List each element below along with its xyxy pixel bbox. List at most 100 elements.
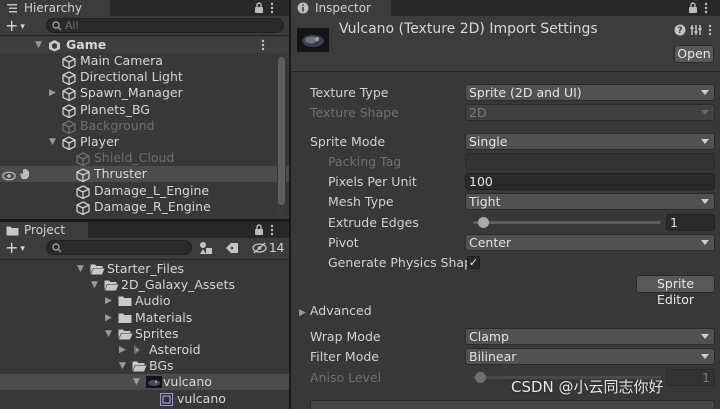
mesh-type-dropdown[interactable]: Tight xyxy=(465,193,715,210)
hierarchy-row[interactable]: Thruster xyxy=(0,166,289,183)
project-tree-row[interactable]: vulcano xyxy=(0,391,289,407)
hierarchy-row[interactable]: Planets_BG xyxy=(0,102,289,118)
hierarchy-row-label: Background xyxy=(80,117,155,133)
pivot-dropdown[interactable]: Center xyxy=(465,234,715,251)
project-tree-label: BGs xyxy=(149,358,174,374)
extrude-edges-slider-knob[interactable] xyxy=(478,217,490,228)
presets-icon[interactable] xyxy=(690,24,702,39)
fold-expanded-icon[interactable]: ▼ xyxy=(91,277,98,293)
fold-collapsed-icon[interactable]: ▶ xyxy=(105,310,112,326)
hidden-packages-icon[interactable] xyxy=(252,242,267,257)
project-tree-label: vulcano xyxy=(177,390,226,406)
tab-project-label: Project xyxy=(24,223,66,237)
tab-hierarchy-label: Hierarchy xyxy=(24,1,83,15)
extrude-edges-field[interactable]: 1 xyxy=(666,214,715,231)
texture-type-dropdown[interactable]: Sprite (2D and UI) xyxy=(465,84,715,101)
hierarchy-scroll-thumb[interactable] xyxy=(278,57,285,205)
hierarchy-row[interactable]: Shield_Cloud xyxy=(0,150,289,167)
hierarchy-row[interactable]: Damage_R_Engine xyxy=(0,199,289,216)
hierarchy-scrollbar[interactable] xyxy=(277,55,286,219)
project-tree-row[interactable]: ▶ Asteroid xyxy=(0,342,289,358)
project-search-input[interactable] xyxy=(46,240,192,255)
open-button[interactable]: Open xyxy=(674,45,714,63)
hierarchy-panel: Hierarchy + ▾ All ▼ Game Main Camera Dir… xyxy=(0,0,289,219)
scene-row[interactable]: ▼ Game xyxy=(0,37,289,53)
project-tree-label: vulcano xyxy=(163,374,212,390)
inspector-tab-menu[interactable] xyxy=(684,0,714,16)
hierarchy-search-input[interactable]: All xyxy=(46,18,284,33)
filter-mode-label: Filter Mode xyxy=(310,349,379,364)
hierarchy-row[interactable]: Damage_L_Engine xyxy=(0,183,289,199)
dropdown-arrow-icon xyxy=(701,334,709,339)
advanced-label: Advanced xyxy=(309,303,372,318)
dropdown-arrow-icon xyxy=(701,139,709,144)
project-tree-row[interactable]: ▼ BGs xyxy=(0,358,289,374)
fold-collapsed-icon: ▶ xyxy=(299,308,306,318)
tab-inspector-label: Inspector xyxy=(315,1,371,15)
project-tree-row[interactable]: ▶ Audio xyxy=(0,293,289,309)
texture-shape-dropdown: 2D xyxy=(465,104,715,121)
project-tree-label: Starter_Files xyxy=(107,261,185,276)
sprite-editor-button[interactable]: Sprite Editor xyxy=(636,275,715,307)
hierarchy-row-label: Damage_L_Engine xyxy=(94,182,210,198)
project-tabbar: Project xyxy=(0,222,289,238)
advanced-foldout[interactable]: ▶ Advanced xyxy=(299,302,372,319)
hierarchy-row[interactable]: Background xyxy=(0,117,289,135)
hierarchy-tabbar: Hierarchy xyxy=(0,0,289,16)
create-menu-button[interactable]: + ▾ xyxy=(5,16,25,36)
hierarchy-row[interactable]: ▶ Spawn_Manager xyxy=(0,85,289,102)
project-tree-row[interactable]: ▼ Sprites xyxy=(0,326,289,342)
project-tree-label: Audio xyxy=(135,293,171,309)
project-tab-menu[interactable] xyxy=(250,222,280,238)
help-icon[interactable]: ? xyxy=(674,24,686,39)
filter-by-label-icon[interactable] xyxy=(225,242,239,257)
mesh-type-value: Tight xyxy=(469,194,501,209)
fold-expanded-icon[interactable]: ▼ xyxy=(133,374,140,390)
svg-text:?: ? xyxy=(677,26,682,36)
filter-by-type-icon[interactable] xyxy=(199,241,213,258)
dropdown-arrow-icon xyxy=(701,110,709,115)
project-tree-label: Materials xyxy=(135,309,193,325)
extrude-edges-slider[interactable] xyxy=(473,221,661,224)
packing-tag-label: Packing Tag xyxy=(328,154,402,169)
tab-project[interactable]: Project xyxy=(0,222,88,238)
fold-expanded-icon[interactable]: ▼ xyxy=(119,358,126,374)
filter-mode-dropdown[interactable]: Bilinear xyxy=(465,348,715,365)
wrap-mode-label: Wrap Mode xyxy=(310,329,381,344)
search-icon xyxy=(52,21,62,34)
wrap-mode-dropdown[interactable]: Clamp xyxy=(465,328,715,345)
project-tree-row[interactable]: ▼ vulcano xyxy=(0,374,289,391)
project-tree-row[interactable]: ▼ 2D_Galaxy_Assets xyxy=(0,277,289,293)
project-tree-label: Sprites xyxy=(135,325,179,341)
fold-collapsed-icon[interactable]: ▶ xyxy=(105,293,112,309)
dropdown-arrow-icon xyxy=(701,240,709,245)
create-asset-button[interactable]: + ▾ xyxy=(5,238,25,258)
inspector-header: Vulcano (Texture 2D) Import Settings ? O… xyxy=(291,16,720,72)
project-tree-row[interactable]: ▶ Materials xyxy=(0,310,289,326)
fold-expanded-icon[interactable]: ▼ xyxy=(77,261,84,277)
fold-collapsed-icon[interactable]: ▶ xyxy=(119,342,126,358)
generate-physics-shape-checkbox[interactable]: ✓ xyxy=(467,256,480,269)
sprite-mode-dropdown[interactable]: Single xyxy=(465,133,715,150)
filter-mode-value: Bilinear xyxy=(469,349,517,364)
bottom-toolbar-strip xyxy=(310,400,715,409)
hierarchy-row[interactable]: Directional Light xyxy=(0,69,289,86)
scene-name: Game xyxy=(66,37,107,52)
tab-inspector[interactable]: Inspector xyxy=(291,0,391,16)
hierarchy-row[interactable]: Main Camera xyxy=(0,53,289,70)
fold-expanded-icon[interactable]: ▼ xyxy=(35,37,42,53)
hierarchy-tab-menu[interactable] xyxy=(250,0,280,16)
fold-expanded-icon[interactable]: ▼ xyxy=(49,134,56,150)
kebab-menu-icon[interactable] xyxy=(708,24,712,39)
hierarchy-row-label: Spawn_Manager xyxy=(80,85,183,101)
fold-expanded-icon[interactable]: ▼ xyxy=(105,326,112,342)
pixels-per-unit-field[interactable]: 100 xyxy=(465,173,715,190)
extrude-edges-label: Extrude Edges xyxy=(328,215,419,230)
tab-hierarchy[interactable]: Hierarchy xyxy=(0,0,110,16)
pivot-value: Center xyxy=(469,235,512,250)
hierarchy-row[interactable]: ▼ Player xyxy=(0,134,289,151)
hierarchy-row-label: Shield_Cloud xyxy=(94,150,175,166)
fold-collapsed-icon[interactable]: ▶ xyxy=(49,85,56,101)
pixels-per-unit-label: Pixels Per Unit xyxy=(328,174,417,189)
project-tree-row[interactable]: ▼ Starter_Files xyxy=(0,261,289,277)
